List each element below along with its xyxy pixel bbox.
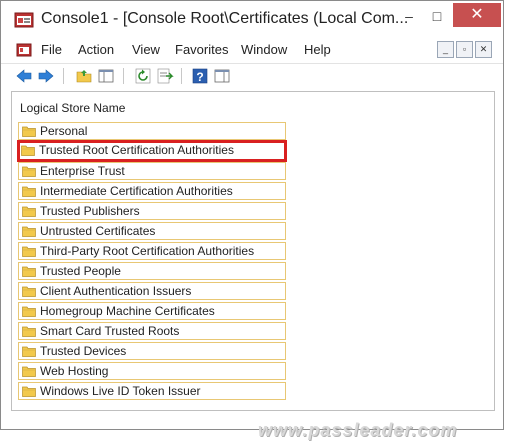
store-item[interactable]: Third-Party Root Certification Authoriti… <box>18 242 286 260</box>
svg-text:?: ? <box>196 70 203 84</box>
store-item-label: Trusted People <box>40 264 121 278</box>
maximize-button[interactable]: □ <box>423 5 451 27</box>
column-header-logical-store-name[interactable]: Logical Store Name <box>20 101 125 115</box>
folder-icon <box>22 366 36 377</box>
refresh-icon[interactable] <box>134 67 152 85</box>
mmc-app-icon <box>14 12 34 28</box>
title-bar[interactable]: Console1 - [Console Root\Certificates (L… <box>1 1 503 39</box>
store-item-label: Untrusted Certificates <box>40 224 156 238</box>
store-item-label: Trusted Publishers <box>40 204 140 218</box>
menu-window[interactable]: Window <box>241 42 287 57</box>
store-item[interactable]: Trusted Publishers <box>18 202 286 220</box>
store-item[interactable]: Smart Card Trusted Roots <box>18 322 286 340</box>
folder-icon <box>22 166 36 177</box>
folder-icon <box>22 186 36 197</box>
help-icon[interactable]: ? <box>191 67 209 85</box>
store-item-label: Trusted Root Certification Authorities <box>39 143 234 157</box>
toolbar-separator <box>181 68 182 84</box>
folder-icon <box>21 145 35 156</box>
window-title: Console1 - [Console Root\Certificates (L… <box>41 10 409 27</box>
toolbar: ? <box>1 63 503 88</box>
store-item-label: Enterprise Trust <box>40 164 125 178</box>
folder-icon <box>22 386 36 397</box>
store-item[interactable]: Windows Live ID Token Issuer <box>18 382 286 400</box>
forward-arrow-icon[interactable] <box>37 67 55 85</box>
store-item-label: Personal <box>40 124 88 138</box>
mmc-window: Console1 - [Console Root\Certificates (L… <box>0 0 504 430</box>
folder-icon <box>22 326 36 337</box>
store-item[interactable]: Enterprise Trust <box>18 162 286 180</box>
menu-help[interactable]: Help <box>304 42 331 57</box>
menu-file[interactable]: File <box>41 42 62 57</box>
show-action-pane-icon[interactable] <box>213 67 231 85</box>
menu-action[interactable]: Action <box>78 42 114 57</box>
folder-icon <box>22 126 36 137</box>
store-item[interactable]: Trusted Devices <box>18 342 286 360</box>
logical-store-list-pane: Logical Store Name Personal Trusted Root … <box>11 91 495 411</box>
store-item[interactable]: Untrusted Certificates <box>18 222 286 240</box>
console-menu-icon[interactable] <box>16 42 32 58</box>
mdi-close-button[interactable]: ✕ <box>475 41 492 58</box>
store-item-label: Web Hosting <box>40 364 109 378</box>
folder-icon <box>22 266 36 277</box>
mdi-minimize-button[interactable]: _ <box>437 41 454 58</box>
close-button[interactable]: ✕ <box>453 3 501 27</box>
store-item-label: Intermediate Certification Authorities <box>40 184 233 198</box>
export-list-icon[interactable] <box>156 67 174 85</box>
store-item-label: Client Authentication Issuers <box>40 284 192 298</box>
store-item[interactable]: Homegroup Machine Certificates <box>18 302 286 320</box>
menu-bar: File Action View Favorites Window Help _… <box>1 39 503 61</box>
menu-view[interactable]: View <box>132 42 160 57</box>
store-item-label: Homegroup Machine Certificates <box>40 304 215 318</box>
store-item[interactable]: Personal <box>18 122 286 140</box>
toolbar-separator <box>63 68 64 84</box>
minimize-button[interactable]: – <box>395 5 423 27</box>
back-arrow-icon[interactable] <box>15 67 33 85</box>
folder-icon <box>22 206 36 217</box>
toolbar-separator <box>123 68 124 84</box>
watermark: www.passleader.com <box>258 420 458 440</box>
folder-icon <box>22 306 36 317</box>
store-item-label: Trusted Devices <box>40 344 127 358</box>
logical-store-list: Personal Trusted Root Certification Autho… <box>17 122 287 402</box>
store-item[interactable]: Web Hosting <box>18 362 286 380</box>
store-item-label: Third-Party Root Certification Authoriti… <box>40 244 255 258</box>
folder-icon <box>22 286 36 297</box>
store-item[interactable]: Intermediate Certification Authorities <box>18 182 286 200</box>
store-item-label: Smart Card Trusted Roots <box>40 324 180 338</box>
menu-favorites[interactable]: Favorites <box>175 42 228 57</box>
store-item[interactable]: Trusted People <box>18 262 286 280</box>
folder-icon <box>22 226 36 237</box>
folder-icon <box>22 346 36 357</box>
folder-icon <box>22 246 36 257</box>
store-item[interactable]: Client Authentication Issuers <box>18 282 286 300</box>
show-hide-console-tree-icon[interactable] <box>97 67 115 85</box>
store-item-label: Windows Live ID Token Issuer <box>40 384 201 398</box>
up-folder-icon[interactable] <box>75 67 93 85</box>
store-item-selected[interactable]: Trusted Root Certification Authorities <box>17 140 287 162</box>
mdi-restore-button[interactable]: ▫ <box>456 41 473 58</box>
